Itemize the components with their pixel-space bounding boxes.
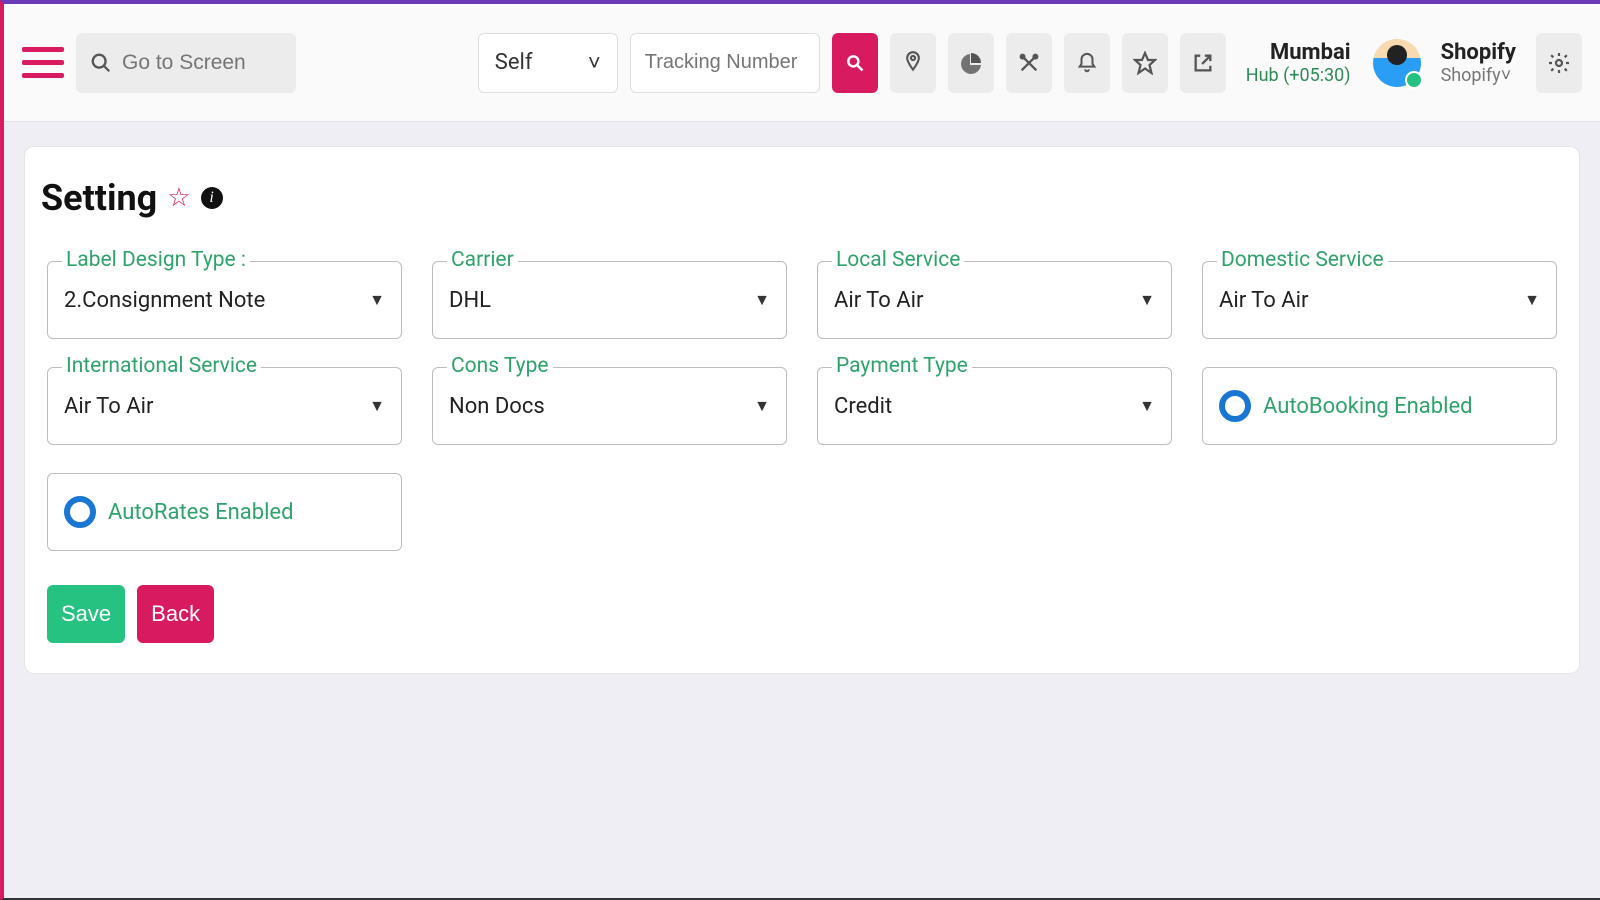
domestic-service-select[interactable]: Domestic Service Air To Air ▼ [1202, 261, 1557, 339]
field-value: Air To Air [64, 394, 369, 419]
field-value: Non Docs [449, 394, 754, 419]
scope-select[interactable]: Self ˅ [478, 33, 618, 93]
search-icon [845, 53, 865, 73]
chevron-down-icon: ▼ [369, 396, 385, 416]
external-link-button[interactable] [1180, 33, 1226, 93]
tools-icon [1018, 52, 1040, 74]
search-icon [90, 52, 112, 74]
gear-icon [1547, 51, 1571, 75]
chevron-down-icon: ˅ [588, 50, 601, 76]
analytics-button[interactable] [948, 33, 994, 93]
field-label: International Service [62, 354, 261, 378]
field-value: Credit [834, 394, 1139, 419]
autobooking-toggle[interactable]: AutoBooking Enabled [1202, 367, 1557, 445]
tracking-number-input[interactable] [630, 33, 820, 93]
hub-timezone: Hub (+05:30) [1246, 65, 1351, 86]
settings-button[interactable] [1536, 33, 1582, 93]
scope-value: Self [495, 50, 533, 75]
tracking-search-button[interactable] [832, 33, 878, 93]
external-icon [1192, 52, 1214, 74]
chevron-down-icon: ▼ [369, 290, 385, 310]
user-name: Shopify [1441, 40, 1516, 65]
carrier-select[interactable]: Carrier DHL ▼ [432, 261, 787, 339]
field-label: Payment Type [832, 354, 972, 378]
field-label: Label Design Type : [62, 248, 250, 272]
info-icon[interactable]: i [201, 187, 223, 209]
field-label: Domestic Service [1217, 248, 1388, 272]
chevron-down-icon: ▼ [754, 396, 770, 416]
toggle-label: AutoRates Enabled [108, 500, 294, 525]
location-button[interactable] [890, 33, 936, 93]
user-block[interactable]: Shopify Shopify˅ [1441, 40, 1516, 86]
search-input[interactable] [122, 51, 282, 75]
toggle-icon [64, 496, 96, 528]
chevron-down-icon: ▼ [754, 290, 770, 310]
save-button[interactable]: Save [47, 585, 125, 643]
chevron-down-icon: ▼ [1139, 290, 1155, 310]
toggle-label: AutoBooking Enabled [1263, 394, 1473, 419]
field-value: Air To Air [1219, 288, 1524, 313]
global-search[interactable] [76, 33, 296, 93]
notifications-button[interactable] [1064, 33, 1110, 93]
page-title: Setting [41, 177, 157, 219]
back-button[interactable]: Back [137, 585, 214, 643]
toggle-icon [1219, 390, 1251, 422]
favorite-star-icon[interactable]: ☆ [167, 183, 190, 213]
field-value: Air To Air [834, 288, 1139, 313]
pie-icon [959, 51, 983, 75]
autorates-toggle[interactable]: AutoRates Enabled [47, 473, 402, 551]
cons-type-select[interactable]: Cons Type Non Docs ▼ [432, 367, 787, 445]
menu-icon[interactable] [22, 42, 64, 84]
label-design-type-select[interactable]: Label Design Type : 2.Consignment Note ▼ [47, 261, 402, 339]
payment-type-select[interactable]: Payment Type Credit ▼ [817, 367, 1172, 445]
international-service-select[interactable]: International Service Air To Air ▼ [47, 367, 402, 445]
favorites-button[interactable] [1122, 33, 1168, 93]
settings-card: Setting ☆ i Label Design Type : 2.Consig… [24, 146, 1580, 674]
field-label: Carrier [447, 248, 518, 272]
pin-icon [903, 50, 923, 76]
hub-city: Mumbai [1246, 40, 1351, 65]
chevron-down-icon: ▼ [1524, 290, 1540, 310]
tools-button[interactable] [1006, 33, 1052, 93]
bell-icon [1076, 51, 1098, 75]
user-role: Shopify˅ [1441, 65, 1516, 86]
top-bar: Self ˅ [4, 4, 1600, 122]
field-label: Cons Type [447, 354, 553, 378]
chevron-down-icon: ▼ [1139, 396, 1155, 416]
local-service-select[interactable]: Local Service Air To Air ▼ [817, 261, 1172, 339]
field-value: DHL [449, 288, 754, 313]
hub-block: Mumbai Hub (+05:30) [1246, 40, 1351, 86]
field-value: 2.Consignment Note [64, 288, 369, 313]
field-label: Local Service [832, 248, 964, 272]
star-icon [1133, 51, 1157, 75]
avatar[interactable] [1373, 39, 1421, 87]
